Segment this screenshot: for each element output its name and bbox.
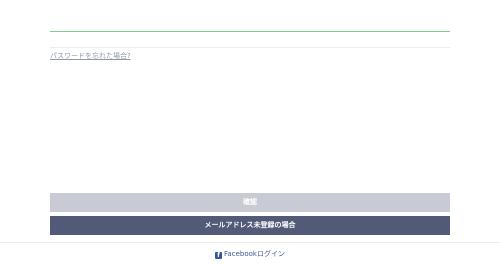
login-page: パスワードを忘れた場合? 確認 メールアドレス未登録の場合 f Facebookロ…: [0, 0, 500, 265]
field-divider: [50, 47, 450, 48]
confirm-button[interactable]: 確認: [50, 193, 450, 212]
forgot-password-link[interactable]: パスワードを忘れた場合?: [50, 51, 131, 61]
facebook-login-label: Facebookログイン: [224, 250, 285, 258]
footer-divider: [0, 242, 500, 243]
password-input-underline[interactable]: [50, 31, 450, 32]
facebook-icon: f: [215, 252, 223, 259]
facebook-login-link[interactable]: f Facebookログイン: [0, 248, 500, 260]
register-without-email-button[interactable]: メールアドレス未登録の場合: [50, 216, 450, 235]
